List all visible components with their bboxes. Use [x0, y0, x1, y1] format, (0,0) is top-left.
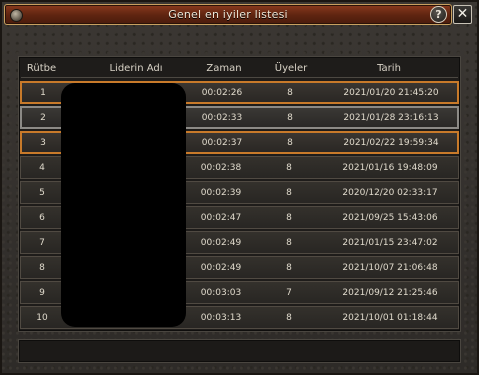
header-divider — [21, 77, 458, 78]
rank-cell: 9 — [39, 288, 45, 298]
members-cell: 8 — [286, 188, 292, 198]
date-cell: 2021/01/15 23:47:02 — [342, 238, 438, 248]
members-cell: 8 — [286, 238, 292, 248]
date-cell: 2021/01/20 21:45:20 — [343, 88, 439, 98]
time-cell: 00:03:13 — [200, 313, 242, 323]
rank-cell: 6 — [39, 213, 45, 223]
members-cell: 8 — [287, 88, 293, 98]
time-cell: 00:02:49 — [200, 238, 242, 248]
date-cell: 2020/12/20 02:33:17 — [342, 188, 438, 198]
status-bar — [18, 339, 461, 363]
date-cell: 2021/10/07 21:06:48 — [342, 263, 438, 273]
help-button[interactable]: ? — [430, 6, 447, 23]
members-cell: 8 — [287, 113, 293, 123]
time-cell: 00:02:26 — [201, 88, 243, 98]
date-cell: 2021/10/01 01:18:44 — [342, 313, 438, 323]
rank-cell: 3 — [40, 138, 46, 148]
time-cell: 00:02:47 — [200, 213, 242, 223]
time-cell: 00:02:33 — [201, 113, 243, 123]
time-cell: 00:02:38 — [200, 163, 242, 173]
date-cell: 2021/02/22 19:59:34 — [343, 138, 439, 148]
redacted-leader-names — [61, 83, 186, 327]
rank-cell: 10 — [36, 313, 48, 323]
members-cell: 8 — [286, 313, 292, 323]
members-cell: 8 — [286, 213, 292, 223]
table-header: Rütbe Liderin Adı Zaman Üyeler Tarih — [19, 60, 460, 77]
time-cell: 00:03:03 — [200, 288, 242, 298]
title-bar[interactable]: Genel en iyiler listesi — [4, 4, 452, 25]
column-header-time: Zaman — [206, 63, 242, 74]
date-cell: 2021/01/16 19:48:09 — [342, 163, 438, 173]
time-cell: 00:02:49 — [200, 263, 242, 273]
column-header-members: Üyeler — [274, 63, 308, 74]
members-cell: 7 — [286, 288, 292, 298]
column-header-leader: Liderin Adı — [109, 63, 163, 74]
date-cell: 2021/09/12 21:25:46 — [342, 288, 438, 298]
members-cell: 8 — [286, 163, 292, 173]
close-button[interactable]: ✕ — [453, 5, 472, 24]
window-title: Genel en iyiler listesi — [168, 8, 288, 21]
date-cell: 2021/01/28 23:16:13 — [343, 113, 439, 123]
rank-cell: 1 — [40, 88, 46, 98]
rank-cell: 8 — [39, 263, 45, 273]
time-cell: 00:02:39 — [200, 188, 242, 198]
column-header-rank: Rütbe — [26, 63, 57, 74]
column-header-date: Tarih — [377, 63, 401, 74]
rank-cell: 7 — [39, 238, 45, 248]
close-icon: ✕ — [456, 6, 469, 22]
members-cell: 8 — [286, 263, 292, 273]
rank-cell: 2 — [40, 113, 46, 123]
rank-cell: 4 — [39, 163, 45, 173]
time-cell: 00:02:37 — [201, 138, 243, 148]
date-cell: 2021/09/25 15:43:06 — [342, 213, 438, 223]
members-cell: 8 — [287, 138, 293, 148]
rank-cell: 5 — [39, 188, 45, 198]
